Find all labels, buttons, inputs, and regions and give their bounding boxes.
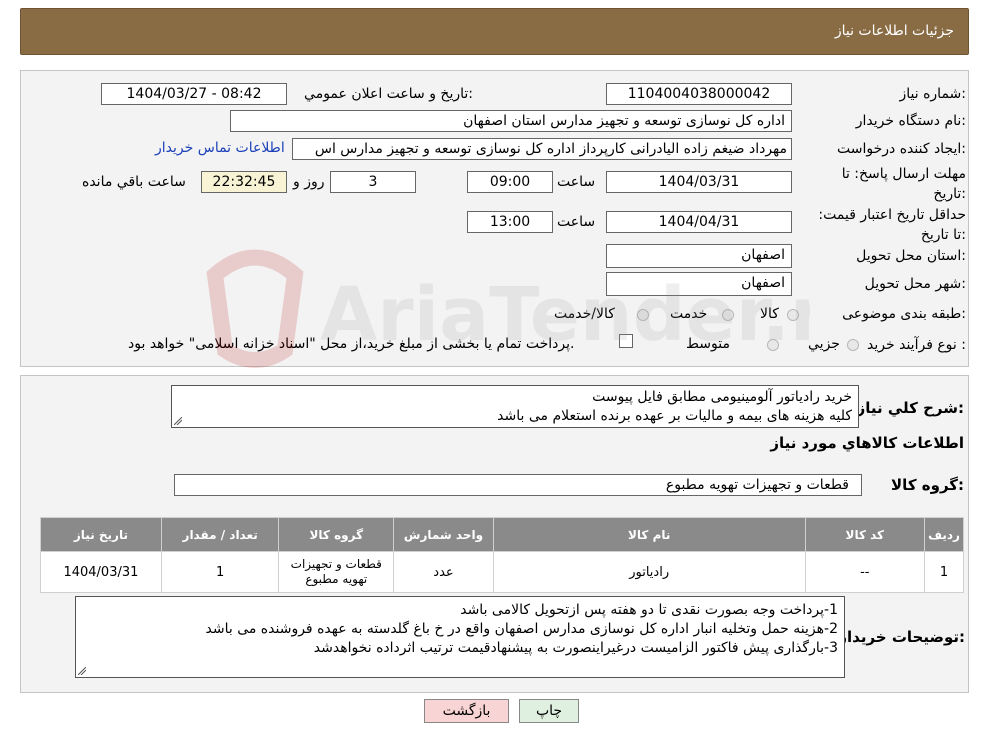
cell-quantity: 1 [160,551,280,593]
resize-grip-icon[interactable] [174,417,182,425]
treasury-note: پرداخت تمام يا بخشی از مبلغ خريد،از محل … [128,336,575,352]
validity-label: حداقل تاريخ اعتبار قيمت: تا تاریخ: [818,207,966,243]
category-service-radio[interactable] [722,309,734,321]
need-number-label: شماره نیاز: [899,86,966,102]
cell-item-group: قطعات و تجهیزات تهویه مطبوع [278,551,395,593]
cell-row-number: 1 [924,551,964,593]
buyer-note-line-2: 2-هزینه حمل وتخلیه انبار اداره کل نوسازی… [205,621,839,637]
validity-time-label: ساعت [557,214,596,230]
process-small-radio[interactable] [847,339,859,351]
process-small-label: جزيي [808,336,840,352]
deadline-time-field: 09:00 [467,171,553,193]
category-goods-service-radio[interactable] [637,309,649,321]
deadline-date-field: 1404/03/31 [606,171,792,193]
city-field: اصفهان [606,272,792,296]
col-item-name: نام کالا [492,517,806,552]
buyer-contact-link[interactable]: اطلاعات تماس خريدار [155,140,285,156]
description-label: شرح کلي نياز: [856,399,964,417]
print-button[interactable]: چاپ [519,699,579,723]
col-need-date: تاريخ نياز [40,517,162,552]
city-label: شهر محل تحويل: [864,276,966,292]
goods-group-label: گروه کالا: [891,476,964,494]
cell-item-code: -- [804,551,926,593]
days-label: روز و [293,174,325,190]
validity-time-field: 13:00 [467,211,553,233]
description-textarea[interactable]: خرید رادیاتور آلومینیومی مطابق فایل پیوس… [171,385,859,428]
resize-grip-icon[interactable] [78,667,86,675]
deadline-time-label: ساعت [557,174,596,190]
deadline-label: مهلت ارسال پاسخ: تا تاریخ: [841,166,966,202]
remaining-time-field: 22:32:45 [201,171,287,193]
table-row: 1 -- رادیاتور عدد قطعات و تجهیزات تهویه … [40,551,964,593]
process-medium-radio[interactable] [767,339,779,351]
page-title: جزئیات اطلاعات نیاز [834,23,954,39]
page-header: جزئیات اطلاعات نیاز [20,8,969,55]
table-header-row: رديف کد کالا نام کالا واحد شمارش گروه کا… [40,517,964,552]
announce-datetime-field: 1404/03/27 - 08:42 [101,83,287,105]
buyer-org-label: نام دستگاه خريدار: [855,113,966,129]
creator-label: ايجاد کننده درخواست: [837,141,966,157]
goods-table: رديف کد کالا نام کالا واحد شمارش گروه کا… [40,517,964,593]
col-item-code: کد کالا [804,517,926,552]
category-service-label: خدمت [670,306,708,322]
province-label: استان محل تحويل: [856,248,966,264]
creator-field: مهرداد ضیغم زاده الیادرانی کارپرداز ادار… [292,138,792,160]
description-line-1: خرید رادیاتور آلومینیومی مطابق فایل پیوس… [592,389,852,405]
category-label: طبقه بندی موضوعی: [842,306,966,322]
goods-group-field: قطعات و تجهیزات تهویه مطبوع [174,474,862,496]
col-quantity: تعداد / مقدار [160,517,280,552]
back-button[interactable]: بازگشت [424,699,509,723]
validity-date-field: 1404/04/31 [606,211,792,233]
treasury-checkbox[interactable] [619,334,633,348]
buyer-notes-label: توضيحات خريدار: [838,628,965,646]
announce-label: تاریخ و ساعت اعلان عمومي: [304,86,473,102]
category-goods-service-label: کالا/خدمت [554,306,615,322]
col-unit: واحد شمارش [393,517,494,552]
cell-unit: عدد [393,551,494,593]
province-field: اصفهان [606,244,792,268]
col-row-number: رديف [924,517,964,552]
need-number-field: 1104004038000042 [606,83,792,105]
col-item-group: گروه کالا [278,517,395,552]
category-goods-label: کالا [760,306,779,322]
remaining-days-field: 3 [330,171,416,193]
process-label: نوع فرآيند خريد : [867,337,966,353]
process-medium-label: متوسط [686,336,730,352]
cell-item-name: رادیاتور [492,551,806,593]
buyer-note-line-3: 3-بارگذاری پیش فاکتور الزامیست درغیراینص… [313,640,838,656]
buyer-note-line-1: 1-پرداخت وجه بصورت نقدی تا دو هفته پس از… [460,602,838,618]
category-goods-radio[interactable] [787,309,799,321]
goods-section-title: اطلاعات کالاهاي مورد نياز [770,434,964,452]
remaining-label: ساعت باقي مانده [82,174,186,190]
description-line-2: کلیه هزینه های بیمه و مالیات بر عهده برن… [497,408,852,424]
buyer-notes-textarea[interactable]: 1-پرداخت وجه بصورت نقدی تا دو هفته پس از… [75,596,845,678]
cell-need-date: 1404/03/31 [40,551,162,593]
buyer-org-field: اداره کل نوسازی توسعه و تجهیز مدارس استا… [230,110,792,132]
